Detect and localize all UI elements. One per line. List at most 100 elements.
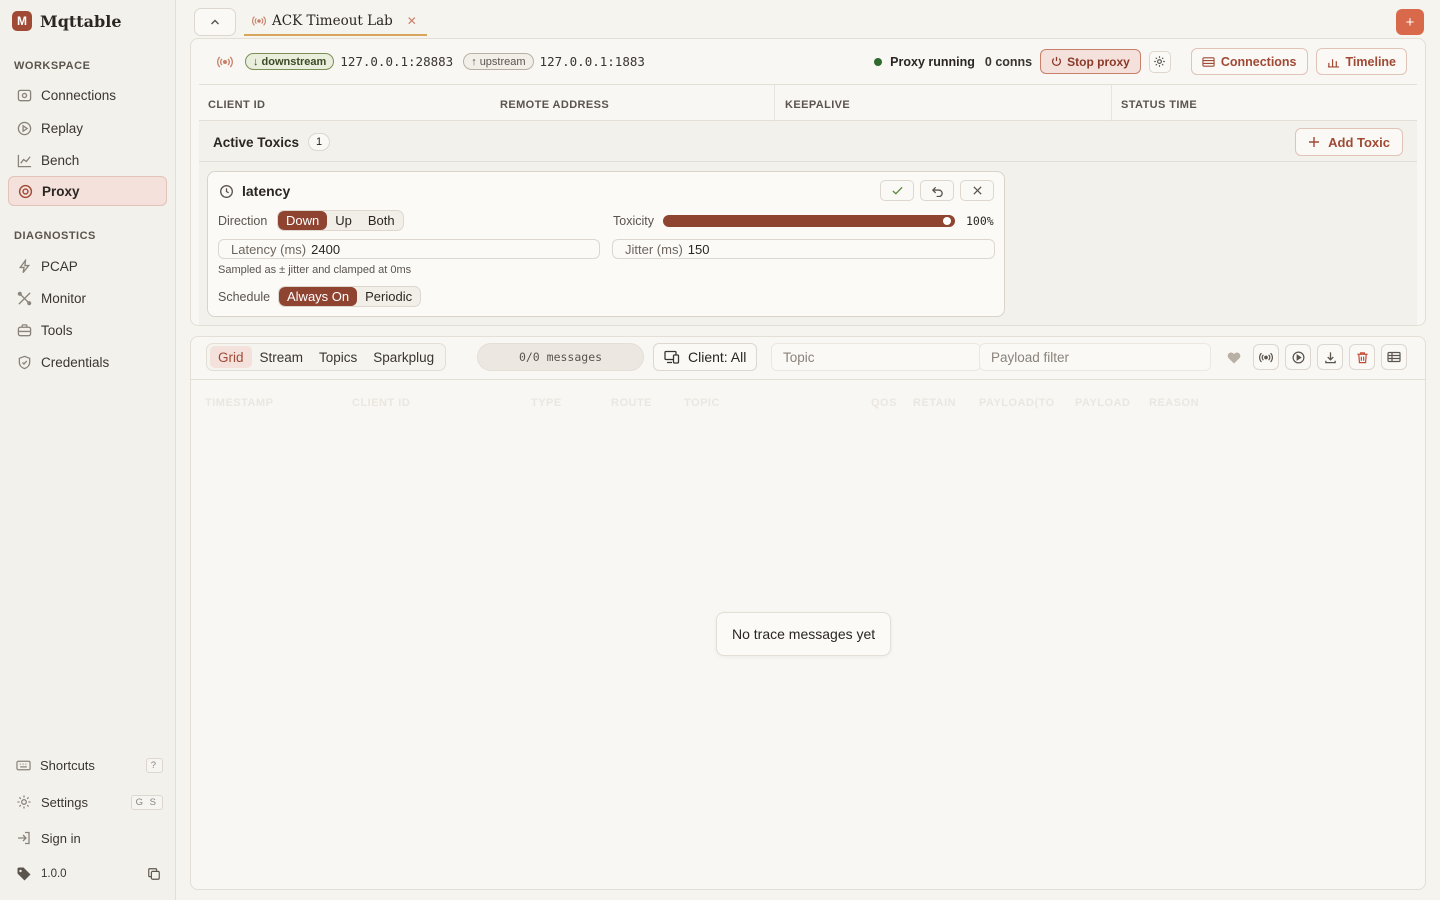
sidebar-item-monitor[interactable]: Monitor bbox=[8, 283, 167, 313]
undo-icon bbox=[931, 185, 944, 197]
app-logo-icon: M bbox=[12, 11, 32, 31]
toxicity-value: 100% bbox=[966, 214, 994, 228]
chevron-up-icon bbox=[209, 16, 221, 28]
columns-button[interactable] bbox=[1381, 344, 1407, 370]
direction-option-up[interactable]: Up bbox=[327, 211, 360, 230]
devices-icon bbox=[664, 350, 680, 364]
message-tools bbox=[1221, 344, 1407, 370]
connections-table-header: CLIENT ID REMOTE ADDRESS KEEPALIVE STATU… bbox=[199, 84, 1417, 121]
sign-in-button[interactable]: Sign in bbox=[8, 824, 167, 852]
broadcast-icon bbox=[217, 56, 233, 68]
settings-key-hint: G S bbox=[130, 794, 163, 810]
tab-ack-timeout-lab[interactable]: ACK Timeout Lab ✕ bbox=[244, 8, 427, 36]
proxy-panel: ↓ downstream 127.0.0.1:28883 ↑ upstream 12… bbox=[190, 38, 1426, 326]
clock-icon bbox=[219, 184, 234, 199]
shortcuts-label: Shortcuts bbox=[40, 757, 95, 773]
sidebar-item-pcap[interactable]: PCAP bbox=[8, 251, 167, 281]
proxy-icon bbox=[17, 183, 33, 199]
column-divider bbox=[1111, 85, 1112, 121]
toxics-title: Active Toxics bbox=[213, 135, 300, 150]
sidebar-item-connections[interactable]: Connections bbox=[8, 80, 167, 110]
add-tab-button[interactable]: + bbox=[1396, 9, 1424, 35]
sidebar: M Mqttable WORKSPACE Connections Replay … bbox=[0, 0, 176, 900]
latency-field[interactable]: Latency (ms) 2400 bbox=[218, 239, 600, 259]
broadcast-icon bbox=[1259, 352, 1273, 363]
workspace-section-label: WORKSPACE bbox=[14, 60, 91, 72]
upstream-address: 127.0.0.1:1883 bbox=[539, 54, 645, 69]
proxy-settings-button[interactable] bbox=[1148, 50, 1171, 73]
toxic-name: latency bbox=[242, 183, 291, 199]
add-toxic-button[interactable]: Add Toxic bbox=[1295, 128, 1403, 156]
connections-button[interactable]: Connections bbox=[1190, 48, 1308, 75]
version-item: 1.0.0 bbox=[8, 860, 167, 888]
live-capture-button[interactable] bbox=[1253, 344, 1279, 370]
power-icon bbox=[1051, 56, 1062, 67]
remove-toxic-button[interactable] bbox=[960, 180, 994, 201]
timeline-button[interactable]: Timeline bbox=[1315, 48, 1407, 75]
monitor-icon bbox=[16, 290, 32, 306]
downstream-label: downstream bbox=[261, 55, 327, 68]
column-header-status-time[interactable]: STATUS TIME bbox=[1121, 99, 1197, 111]
play-button[interactable] bbox=[1285, 344, 1311, 370]
copy-icon[interactable] bbox=[147, 867, 161, 881]
view-tabs: Grid Stream Topics Sparkplug bbox=[206, 343, 447, 371]
collapse-button[interactable] bbox=[194, 8, 236, 36]
play-icon bbox=[1292, 351, 1305, 364]
sidebar-item-credentials[interactable]: Credentials bbox=[8, 347, 167, 377]
column-header-keepalive[interactable]: KEEPALIVE bbox=[785, 99, 850, 111]
direction-option-both[interactable]: Both bbox=[360, 211, 403, 230]
shortcuts-button[interactable]: Shortcuts ? bbox=[8, 751, 167, 779]
sidebar-item-bench[interactable]: Bench bbox=[8, 145, 167, 175]
column-header-reason: REASON bbox=[1149, 397, 1200, 409]
sidebar-item-tools[interactable]: Tools bbox=[8, 315, 167, 345]
stop-proxy-label: Stop proxy bbox=[1067, 54, 1130, 69]
sidebar-item-label: Replay bbox=[41, 120, 84, 136]
toxicity-slider-handle[interactable] bbox=[943, 217, 951, 225]
schedule-option-always-on[interactable]: Always On bbox=[279, 287, 358, 306]
messages-panel: Grid Stream Topics Sparkplug 0/0 message… bbox=[190, 336, 1426, 890]
download-button[interactable] bbox=[1317, 344, 1343, 370]
apply-toxic-button[interactable] bbox=[880, 180, 914, 201]
stop-proxy-button[interactable]: Stop proxy bbox=[1040, 49, 1141, 74]
topic-filter-input[interactable] bbox=[771, 343, 981, 371]
column-header-remote-address[interactable]: REMOTE ADDRESS bbox=[500, 99, 609, 111]
tab-grid[interactable]: Grid bbox=[210, 346, 252, 368]
downstream-badge: ↓ downstream bbox=[245, 53, 335, 70]
tab-title: ACK Timeout Lab bbox=[272, 13, 393, 29]
tab-stream[interactable]: Stream bbox=[252, 346, 312, 368]
revert-toxic-button[interactable] bbox=[920, 180, 954, 201]
sidebar-item-label: Connections bbox=[41, 87, 117, 103]
clear-messages-button[interactable] bbox=[1349, 344, 1375, 370]
sidebar-item-proxy[interactable]: Proxy bbox=[8, 176, 167, 206]
settings-button[interactable]: Settings G S bbox=[8, 788, 167, 816]
column-header-qos: QOS bbox=[871, 397, 897, 409]
tab-sparkplug[interactable]: Sparkplug bbox=[365, 346, 442, 368]
tab-bar: ACK Timeout Lab ✕ + bbox=[184, 6, 1426, 36]
sidebar-item-label: Bench bbox=[41, 152, 80, 168]
jitter-field[interactable]: Jitter (ms) 150 bbox=[612, 239, 995, 259]
brand: M Mqttable bbox=[12, 11, 122, 31]
direction-option-down[interactable]: Down bbox=[278, 211, 328, 230]
payload-filter-input[interactable] bbox=[979, 343, 1211, 371]
favorites-button[interactable] bbox=[1221, 344, 1247, 370]
close-icon bbox=[972, 185, 983, 196]
toxicity-slider[interactable] bbox=[663, 215, 955, 227]
tab-topics[interactable]: Topics bbox=[311, 346, 365, 368]
tools-icon bbox=[16, 322, 32, 338]
toxic-card-latency: latency Direction Down Up Both Toxicity … bbox=[207, 171, 1005, 317]
close-icon[interactable]: ✕ bbox=[407, 14, 417, 28]
proxy-controls: Proxy running 0 conns Stop proxy Connect… bbox=[874, 48, 1407, 75]
arrow-up-icon: ↑ bbox=[471, 55, 477, 68]
jitter-field-label: Jitter (ms) bbox=[625, 241, 683, 257]
app-name: Mqttable bbox=[40, 11, 122, 31]
schedule-option-periodic[interactable]: Periodic bbox=[357, 287, 420, 306]
direction-segmented-control: Down Up Both bbox=[277, 210, 404, 231]
column-header-client-id[interactable]: CLIENT ID bbox=[208, 99, 265, 111]
sidebar-item-replay[interactable]: Replay bbox=[8, 113, 167, 143]
client-filter-button[interactable]: Client: All bbox=[653, 343, 758, 371]
trash-icon bbox=[1356, 351, 1369, 364]
sidebar-item-label: Tools bbox=[41, 322, 73, 338]
proxy-status-bar: ↓ downstream 127.0.0.1:28883 ↑ upstream 12… bbox=[191, 39, 1425, 84]
settings-label: Settings bbox=[41, 794, 88, 810]
client-filter-label: Client: All bbox=[688, 349, 747, 365]
